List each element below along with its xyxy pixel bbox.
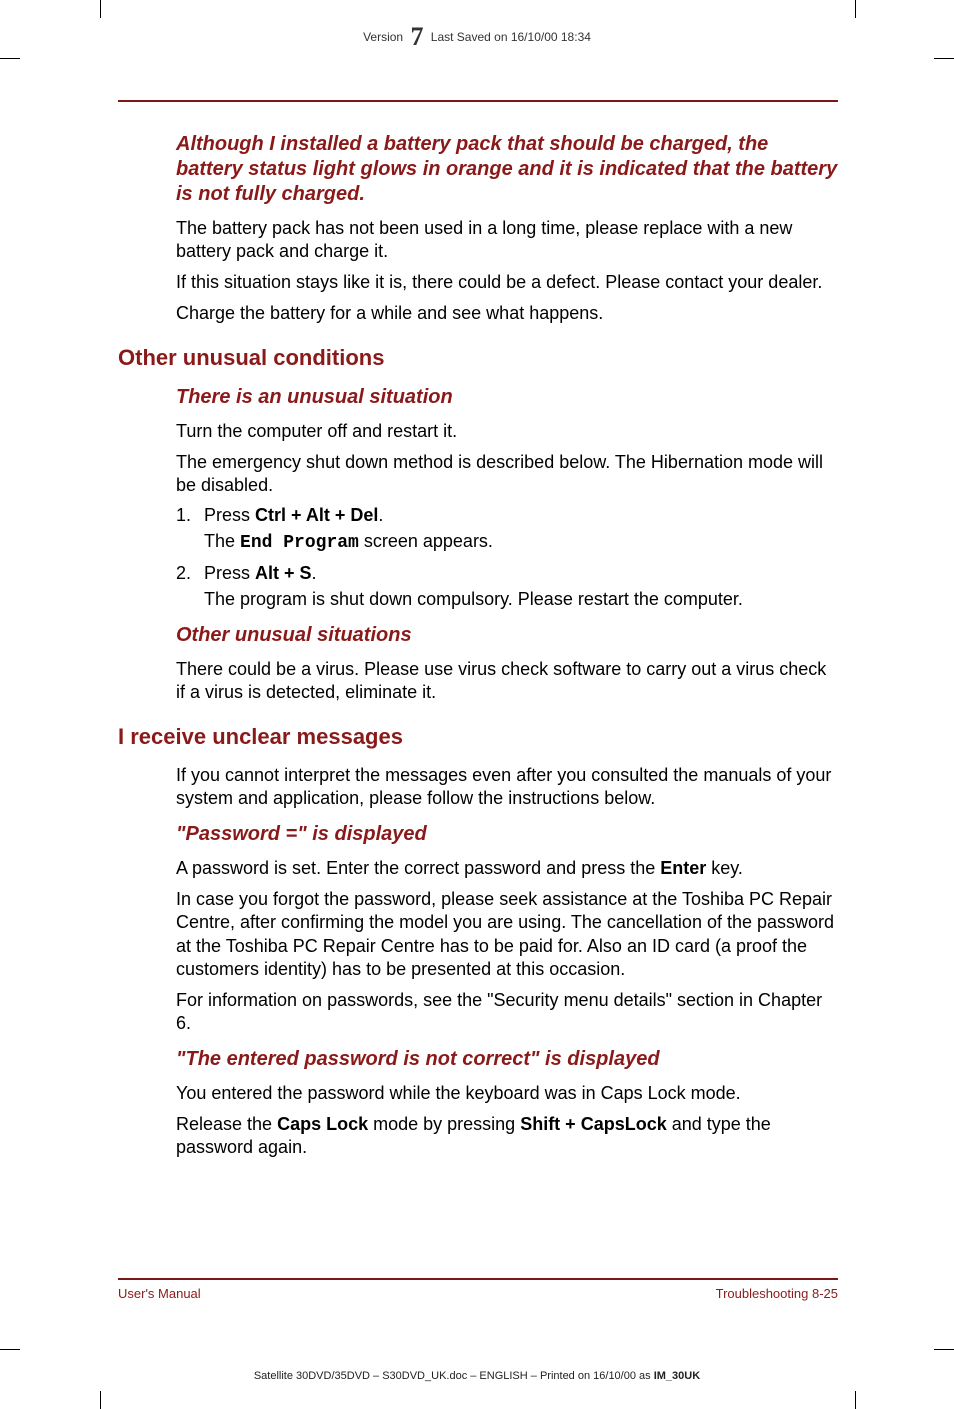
key-combo: Shift + CapsLock	[520, 1114, 667, 1134]
text: key.	[706, 858, 743, 878]
crop-mark	[855, 0, 856, 18]
paragraph: The battery pack has not been used in a …	[176, 217, 838, 263]
paragraph: You entered the password while the keybo…	[176, 1082, 838, 1105]
bottom-meta-text: Satellite 30DVD/35DVD – S30DVD_UK.doc – …	[254, 1370, 654, 1382]
paragraph: If you cannot interpret the messages eve…	[176, 764, 838, 810]
heading-password-displayed: "Password =" is displayed	[176, 822, 838, 847]
paragraph: For information on passwords, see the "S…	[176, 989, 838, 1035]
list-item: 2.Press Alt + S.	[176, 563, 838, 584]
crop-mark	[0, 58, 20, 59]
saved-label: Last Saved on 16/10/00 18:34	[431, 30, 591, 44]
paragraph: Release the Caps Lock mode by pressing S…	[176, 1113, 838, 1159]
text: Press	[204, 505, 255, 525]
bottom-meta-bold: IM_30UK	[654, 1370, 700, 1382]
header-meta: Version 7 Last Saved on 16/10/00 18:34	[0, 22, 954, 52]
heading-password-incorrect: "The entered password is not correct" is…	[176, 1047, 838, 1072]
footer-left: User's Manual	[118, 1286, 201, 1301]
crop-mark	[934, 58, 954, 59]
paragraph: Charge the battery for a while and see w…	[176, 302, 838, 325]
list-number: 2.	[176, 563, 204, 584]
heading-battery: Although I installed a battery pack that…	[176, 132, 838, 207]
list-item: 1.Press Ctrl + Alt + Del.	[176, 505, 838, 526]
crop-mark	[855, 1391, 856, 1409]
paragraph: If this situation stays like it is, ther…	[176, 271, 838, 294]
text: A password is set. Enter the correct pas…	[176, 858, 660, 878]
version-number: 7	[406, 22, 427, 51]
paragraph: There could be a virus. Please use virus…	[176, 658, 838, 704]
text: screen appears.	[359, 531, 493, 551]
page-footer: User's Manual Troubleshooting 8-25	[118, 1278, 838, 1301]
footer-rule	[118, 1278, 838, 1280]
heading-unclear-messages: I receive unclear messages	[118, 724, 838, 750]
heading-other-unusual: Other unusual situations	[176, 623, 838, 648]
key-name: Enter	[660, 858, 706, 878]
crop-mark	[0, 1349, 20, 1350]
list-subtext: The program is shut down compulsory. Ple…	[204, 588, 838, 611]
footer-right: Troubleshooting 8-25	[716, 1286, 838, 1301]
paragraph: A password is set. Enter the correct pas…	[176, 857, 838, 880]
crop-mark	[100, 1391, 101, 1409]
top-rule	[118, 100, 838, 102]
key-combo: Alt + S	[255, 563, 312, 583]
key-combo: Ctrl + Alt + Del	[255, 505, 378, 525]
text: mode by pressing	[368, 1114, 520, 1134]
text: .	[378, 505, 383, 525]
key-name: Caps Lock	[277, 1114, 368, 1134]
crop-mark	[100, 0, 101, 18]
text: .	[312, 563, 317, 583]
paragraph: In case you forgot the password, please …	[176, 888, 838, 980]
crop-mark	[934, 1349, 954, 1350]
screen-name: End Program	[240, 533, 359, 553]
list-subtext: The End Program screen appears.	[204, 530, 838, 555]
text: The	[204, 531, 240, 551]
version-label: Version	[363, 30, 403, 44]
page-content: Although I installed a battery pack that…	[118, 100, 838, 1167]
heading-unusual-conditions: Other unusual conditions	[118, 345, 838, 371]
paragraph: Turn the computer off and restart it.	[176, 420, 838, 443]
list-number: 1.	[176, 505, 204, 526]
bottom-meta: Satellite 30DVD/35DVD – S30DVD_UK.doc – …	[0, 1370, 954, 1382]
text: Press	[204, 563, 255, 583]
heading-unusual-situation: There is an unusual situation	[176, 385, 838, 410]
paragraph: The emergency shut down method is descri…	[176, 451, 838, 497]
text: Release the	[176, 1114, 277, 1134]
